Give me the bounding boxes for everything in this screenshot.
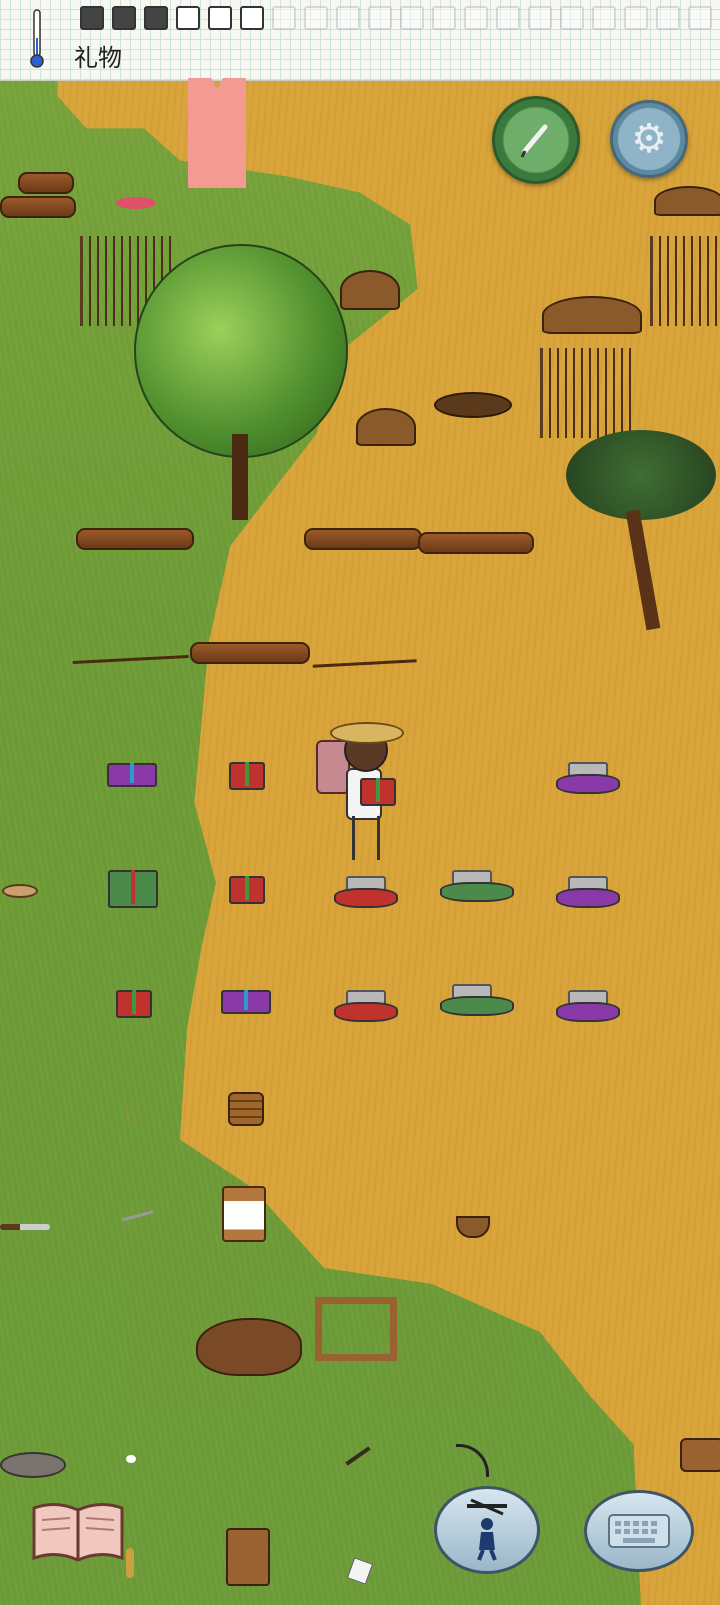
covered-pot-purple[interactable] bbox=[556, 876, 620, 908]
hunger-pip bbox=[368, 6, 392, 30]
compass-pen-icon bbox=[520, 124, 548, 158]
branch[interactable] bbox=[71, 628, 189, 665]
branch[interactable] bbox=[311, 633, 417, 668]
wooden-bucket[interactable] bbox=[226, 1528, 270, 1586]
hunger-pip bbox=[688, 6, 712, 30]
recipe-book-button[interactable] bbox=[30, 1500, 126, 1564]
log-pile[interactable] bbox=[0, 196, 76, 218]
grizzly-bear[interactable] bbox=[196, 1318, 302, 1376]
dirt-mound[interactable] bbox=[542, 296, 642, 334]
covered-pot-green[interactable] bbox=[440, 870, 514, 902]
hunger-pip bbox=[112, 6, 136, 30]
fish-item[interactable] bbox=[116, 197, 156, 209]
maple-tree[interactable] bbox=[124, 234, 354, 524]
hunger-pip bbox=[624, 6, 648, 30]
covered-pot-red[interactable] bbox=[334, 876, 398, 908]
pink-tag-marker bbox=[188, 78, 246, 188]
wooden-frame[interactable] bbox=[315, 1297, 397, 1361]
gift-box-red[interactable] bbox=[229, 876, 265, 904]
gift-box-red[interactable] bbox=[116, 990, 152, 1018]
covered-pot-green[interactable] bbox=[440, 984, 514, 1016]
flat-bread[interactable] bbox=[2, 884, 38, 898]
hunger-pip bbox=[336, 6, 360, 30]
log[interactable] bbox=[76, 528, 194, 550]
emote-puppet-button[interactable] bbox=[434, 1486, 540, 1574]
log[interactable] bbox=[418, 532, 534, 554]
log-pile[interactable] bbox=[18, 172, 74, 194]
settings-button[interactable]: ⚙ bbox=[610, 100, 688, 178]
hunger-pip bbox=[240, 6, 264, 30]
heart-icon[interactable]: ♡ bbox=[124, 1108, 142, 1128]
compass-button[interactable] bbox=[492, 96, 580, 184]
hunger-pip bbox=[592, 6, 616, 30]
hunger-pip bbox=[304, 6, 328, 30]
hunger-pip bbox=[656, 6, 680, 30]
hunger-pip bbox=[144, 6, 168, 30]
straw-hat bbox=[330, 722, 404, 744]
knife[interactable] bbox=[0, 1224, 50, 1230]
hunger-pip bbox=[464, 6, 488, 30]
jar-of-flour[interactable] bbox=[222, 1186, 266, 1242]
hunger-pip bbox=[80, 6, 104, 30]
log[interactable] bbox=[304, 528, 422, 550]
held-item-label: 礼物 bbox=[74, 44, 122, 72]
hunger-pip bbox=[400, 6, 424, 30]
thermometer-icon bbox=[30, 9, 44, 68]
covered-pot-red[interactable] bbox=[334, 990, 398, 1022]
gift-box-purple[interactable] bbox=[221, 990, 271, 1014]
hunger-pip bbox=[176, 6, 200, 30]
rabbit-hole[interactable] bbox=[434, 392, 512, 418]
hunger-pip bbox=[560, 6, 584, 30]
hunger-pip bbox=[528, 6, 552, 30]
hunger-meter bbox=[80, 6, 712, 30]
held-gift-box bbox=[360, 778, 396, 806]
dirt-mound[interactable] bbox=[654, 186, 720, 216]
log-pile[interactable] bbox=[680, 1438, 720, 1472]
hunger-pip bbox=[432, 6, 456, 30]
covered-pot-purple[interactable] bbox=[556, 762, 620, 794]
gift-box-purple[interactable] bbox=[107, 763, 157, 787]
gift-box-large[interactable] bbox=[108, 870, 158, 908]
stone[interactable] bbox=[126, 1455, 136, 1463]
stacked-baskets[interactable] bbox=[228, 1092, 264, 1126]
hunger-pip bbox=[272, 6, 296, 30]
game-world[interactable]: ♡ bbox=[0, 0, 720, 1605]
puppet-icon bbox=[467, 1498, 507, 1561]
juniper-tree[interactable] bbox=[566, 420, 720, 640]
wolf[interactable] bbox=[0, 1452, 66, 1478]
gift-box-red[interactable] bbox=[229, 762, 265, 790]
chat-keyboard-button[interactable] bbox=[584, 1490, 694, 1572]
keyboard-icon bbox=[608, 1514, 670, 1548]
player-legs bbox=[352, 816, 380, 860]
gear-icon: ⚙ bbox=[631, 116, 667, 162]
hunger-pip bbox=[208, 6, 232, 30]
dirt-mound[interactable] bbox=[356, 408, 416, 446]
status-bar: 礼物 bbox=[0, 0, 720, 81]
open-book-icon bbox=[32, 1503, 124, 1562]
key-item[interactable] bbox=[126, 1548, 134, 1578]
log[interactable] bbox=[190, 642, 310, 664]
hunger-pip bbox=[496, 6, 520, 30]
dry-grass-bush[interactable] bbox=[650, 236, 720, 326]
covered-pot-purple[interactable] bbox=[556, 990, 620, 1022]
